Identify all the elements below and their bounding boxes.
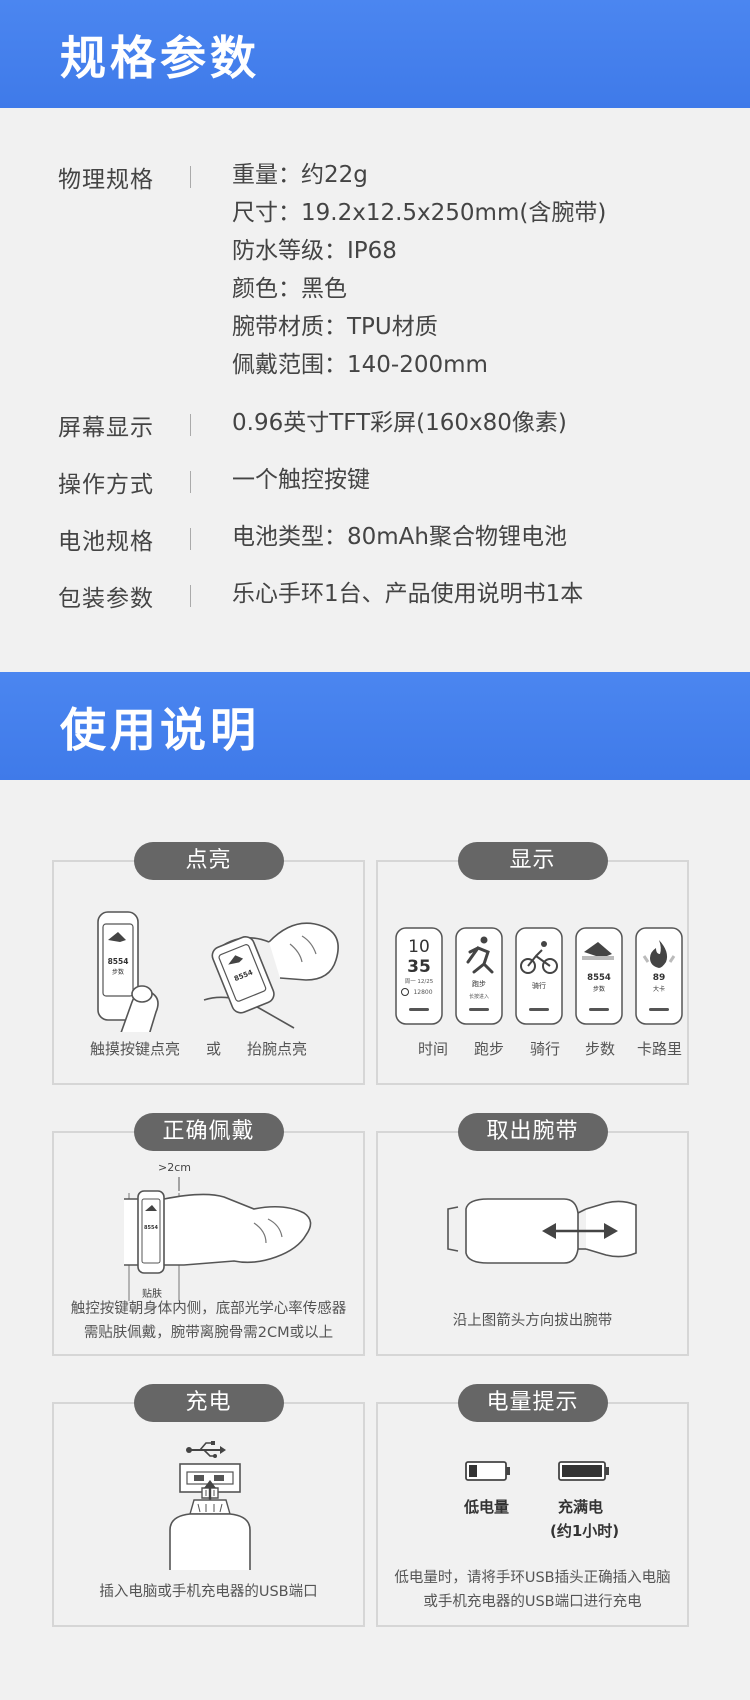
- gap-label: >2cm: [158, 1161, 191, 1174]
- label-calorie: 卡路里: [637, 1040, 683, 1058]
- label-steps: 步数: [585, 1040, 616, 1058]
- screen-ride: 骑行: [515, 927, 563, 1025]
- spec-values: 0.96英寸TFT彩屏(160x80像素): [232, 408, 567, 446]
- svg-text:周一 12/25: 周一 12/25: [405, 978, 434, 985]
- panel-title-pill: 取出腕带: [457, 1113, 608, 1151]
- screen-steps: 8554 步数: [575, 927, 623, 1025]
- label-ride: 骑行: [530, 1040, 561, 1058]
- panel-remove: 取出腕带 沿上图箭头方向拔出腕带: [376, 1113, 689, 1356]
- screen-calorie: 89 大卡: [635, 927, 683, 1025]
- band-steps-value: 8554: [108, 957, 129, 966]
- svg-text:步数: 步数: [593, 985, 605, 993]
- panel-title-pill: 点亮: [133, 842, 284, 880]
- wear-note-line1: 触控按键朝身体内侧，底部光学心率传感器: [70, 1301, 347, 1317]
- usb-plug: [169, 1480, 251, 1570]
- caption-wrist: 抬腕点亮: [247, 1040, 308, 1058]
- band-steps-unit: 步数: [112, 968, 124, 976]
- spec-value: 佩戴范围：140-200mm: [232, 352, 488, 378]
- band-strap-left: [447, 1206, 459, 1252]
- panel-wear: 正确佩戴 >2cm 8554 贴肤 触控按键朝身体内侧，底部光学心率传感器 需贴…: [52, 1113, 365, 1356]
- spec-banner: 规格参数: [0, 0, 750, 108]
- display-screens: 10 35 周一 12/25 12800 跑步 长按进入 骑行 8554 步数 …: [395, 927, 683, 1025]
- spec-divider: [190, 585, 191, 607]
- spec-divider: [190, 528, 191, 550]
- svg-text:35: 35: [407, 957, 431, 977]
- panel-title-pill: 电量提示: [457, 1384, 608, 1422]
- spec-label: 物理规格: [58, 167, 154, 193]
- screen-run: 跑步 长按进入: [455, 927, 503, 1025]
- spec-value: 防水等级：IP68: [232, 238, 397, 264]
- remove-note: 沿上图箭头方向拔出腕带: [452, 1313, 613, 1329]
- spec-value: 一个触控按键: [232, 467, 370, 493]
- spec-value: 颜色：黑色: [232, 276, 347, 302]
- wear-illustration: >2cm 8554 贴肤: [124, 1161, 312, 1301]
- panel-light-up: 点亮 8554 步数 8554 触摸按键点亮 或 抬腕点亮: [52, 842, 365, 1085]
- spec-value: 0.96英寸TFT彩屏(160x80像素): [232, 410, 567, 436]
- panel-battery: 电量提示 低电量 充满电 (约1小时) 低电量时，请将手环USB插头正确插入电脑…: [376, 1384, 689, 1627]
- screen-time: 10 35 周一 12/25 12800: [395, 927, 443, 1025]
- spec-values: 电池类型：80mAh聚合物锂电池: [232, 522, 567, 560]
- spec-value: 重量：约22g: [232, 162, 368, 188]
- battery-low-label: 低电量: [464, 1498, 510, 1516]
- double-arrow-icon: [542, 1223, 618, 1239]
- svg-text:8554: 8554: [587, 973, 611, 983]
- battery-full-icon: [558, 1461, 609, 1481]
- remove-illustration: [447, 1198, 637, 1264]
- svg-text:10: 10: [408, 937, 430, 957]
- panel-title-pill: 充电: [133, 1384, 284, 1422]
- spec-divider: [190, 166, 191, 188]
- charge-note: 插入电脑或手机充电器的USB端口: [99, 1584, 318, 1600]
- spec-title: 规格参数: [60, 31, 260, 85]
- wear-band-steps: 8554: [144, 1225, 158, 1231]
- spec-label: 电池规格: [58, 529, 154, 555]
- svg-text:长按进入: 长按进入: [469, 993, 489, 1000]
- battery-low-icon: [465, 1461, 510, 1481]
- battery-illustration: [465, 1461, 609, 1481]
- usage-banner: 使用说明: [0, 672, 750, 780]
- spec-value: 尺寸：19.2x12.5x250mm(含腕带): [232, 200, 607, 226]
- panel-charge: 充电 插入电脑或手机充电器的USB端口: [52, 1384, 365, 1627]
- spec-values: 一个触控按键: [232, 465, 370, 503]
- panel-title-pill: 显示: [457, 842, 608, 880]
- panel-display: 显示 10 35 周一 12/25 12800 跑步 长按进入 骑行 8554 …: [376, 842, 689, 1085]
- caption-touch: 触摸按键点亮: [90, 1040, 181, 1058]
- caption-or: 或: [206, 1040, 222, 1058]
- charge-illustration: [169, 1441, 251, 1570]
- svg-text:大卡: 大卡: [653, 985, 665, 993]
- spec-label: 操作方式: [58, 472, 154, 498]
- panel-title-pill: 正确佩戴: [133, 1113, 284, 1151]
- spec-label: 屏幕显示: [58, 415, 154, 441]
- spec-value: 乐心手环1台、产品使用说明书1本: [232, 581, 584, 607]
- spec-label: 包装参数: [58, 586, 154, 612]
- svg-text:12800: 12800: [413, 989, 432, 996]
- label-run: 跑步: [474, 1040, 505, 1058]
- svg-text:跑步: 跑步: [472, 979, 486, 988]
- svg-text:骑行: 骑行: [532, 981, 546, 990]
- label-time: 时间: [418, 1040, 449, 1058]
- light-up-illustration: 8554 步数 8554: [97, 911, 339, 1032]
- wrist-band: 8554: [211, 936, 275, 1014]
- battery-note-line2: 或手机充电器的USB端口进行充电: [423, 1594, 642, 1610]
- hand-fist: [268, 922, 339, 981]
- usage-title: 使用说明: [60, 703, 260, 757]
- wear-note-line2: 需贴肤佩戴，腕带离腕骨需2CM或以上: [83, 1325, 334, 1341]
- spec-divider: [190, 471, 191, 493]
- usb-icon: [186, 1441, 226, 1458]
- battery-full-sub: (约1小时): [550, 1522, 620, 1540]
- spec-value: 电池类型：80mAh聚合物锂电池: [232, 524, 567, 550]
- spec-divider: [190, 414, 191, 436]
- battery-full-label: 充满电: [558, 1498, 604, 1516]
- battery-note-line1: 低电量时，请将手环USB插头正确插入电脑: [394, 1570, 671, 1586]
- spec-value: 腕带材质：TPU材质: [232, 314, 438, 340]
- spec-values: 重量：约22g 尺寸：19.2x12.5x250mm(含腕带) 防水等级：IP6…: [232, 160, 606, 388]
- svg-text:89: 89: [653, 973, 666, 983]
- spec-values: 乐心手环1台、产品使用说明书1本: [232, 579, 583, 617]
